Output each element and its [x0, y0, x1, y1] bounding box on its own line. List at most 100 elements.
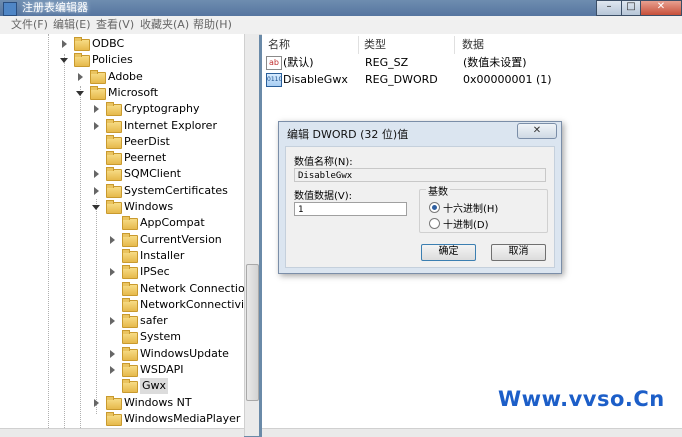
tree-item-label: Network Connections [140, 281, 258, 295]
tree-item-label: PeerDist [124, 134, 170, 148]
column-header-data[interactable]: 数据 [462, 36, 484, 54]
tree-item-label: Adobe [108, 69, 143, 83]
column-header-name[interactable]: 名称 [268, 36, 290, 54]
collapsed-arrow-icon[interactable] [110, 317, 115, 326]
menu-view[interactable]: 查看(V) [96, 16, 134, 34]
tree-item-label: Windows NT [124, 395, 192, 409]
tree-item-label: safer [140, 314, 168, 328]
tree-guide-line [80, 86, 81, 436]
string-value-icon: ab [266, 56, 282, 70]
maximize-button[interactable]: □ [621, 0, 641, 16]
folder-icon [122, 232, 138, 247]
collapsed-arrow-icon[interactable] [62, 40, 67, 48]
cancel-button[interactable]: 取消 [491, 244, 546, 261]
value-type: REG_DWORD [365, 73, 438, 86]
column-header-type[interactable]: 类型 [364, 36, 386, 54]
folder-icon [122, 297, 138, 312]
tree-item-label: System [140, 330, 182, 344]
tree-item-label: SQMClient [124, 167, 181, 181]
collapsed-arrow-icon[interactable] [94, 170, 99, 179]
tree-item-label: Microsoft [108, 85, 159, 99]
hex-radio[interactable] [429, 202, 440, 213]
tree-guide-line [48, 34, 49, 436]
value-type: REG_SZ [365, 56, 409, 69]
ok-button[interactable]: 确定 [421, 244, 476, 261]
tree-item-label: WindowsMediaPlayer [124, 411, 241, 425]
binary-value-icon: 0110 [266, 73, 282, 87]
list-item[interactable]: ab (默认) REG_SZ (数值未设置) [266, 54, 676, 71]
collapsed-arrow-icon[interactable] [110, 268, 115, 277]
tree-item-label: Internet Explorer [124, 118, 217, 132]
hex-radio-label[interactable]: 十六进制(H) [443, 200, 498, 215]
menu-help[interactable]: 帮助(H) [193, 16, 232, 34]
folder-icon [122, 216, 138, 231]
value-name-field: DisableGwx [294, 168, 546, 182]
registry-tree[interactable]: ODBC Policies Adobe Microsoft Cryptography In… [0, 34, 259, 436]
expanded-arrow-icon[interactable] [60, 58, 68, 64]
column-divider[interactable] [454, 36, 455, 54]
collapsed-arrow-icon[interactable] [110, 235, 115, 244]
tree-item-label: Installer [140, 248, 185, 262]
tree-item-label: SystemCertificates [124, 183, 228, 197]
menu-favorites[interactable]: 收藏夹(A) [140, 16, 189, 34]
tree-item-label: IPSec [140, 265, 170, 279]
value-data-label: 数值数据(V): [294, 191, 353, 202]
decimal-radio[interactable] [429, 218, 440, 229]
collapsed-arrow-icon[interactable] [94, 121, 99, 130]
decimal-radio-label[interactable]: 十进制(D) [443, 216, 489, 231]
window-title: 注册表编辑器 [22, 1, 88, 14]
value-data: 0x00000001 (1) [463, 73, 552, 86]
tree-scrollbar-thumb[interactable] [246, 264, 259, 401]
collapsed-arrow-icon[interactable] [110, 366, 115, 374]
menu-file[interactable]: 文件(F) [11, 16, 48, 34]
collapsed-arrow-icon[interactable] [94, 186, 99, 195]
folder-icon [106, 395, 122, 410]
value-data: (数值未设置) [463, 56, 527, 69]
tree-item-label: ODBC [92, 37, 125, 50]
value-name-label: 数值名称(N): [294, 157, 353, 168]
folder-icon [106, 134, 122, 149]
minimize-button[interactable]: – [596, 0, 622, 16]
menu-bar: 文件(F) 编辑(E) 查看(V) 收藏夹(A) 帮助(H) [0, 16, 682, 35]
close-button[interactable]: ✕ [640, 0, 682, 16]
folder-icon [122, 281, 138, 296]
list-item[interactable]: 0110 DisableGwx REG_DWORD 0x00000001 (1) [266, 71, 676, 88]
collapsed-arrow-icon[interactable] [94, 105, 99, 114]
folder-icon [106, 183, 122, 198]
folder-icon [122, 346, 138, 361]
folder-icon [122, 248, 138, 263]
folder-icon [106, 167, 122, 182]
tree-item-label: WindowsUpdate [140, 346, 229, 360]
folder-icon [106, 200, 122, 214]
folder-icon [90, 69, 106, 84]
collapsed-arrow-icon[interactable] [78, 72, 83, 81]
regedit-app-icon [3, 2, 17, 16]
folder-icon [122, 265, 138, 280]
collapsed-arrow-icon[interactable] [110, 349, 115, 358]
value-name: DisableGwx [283, 73, 348, 86]
folder-icon [106, 411, 122, 426]
value-data-input[interactable]: 1 [294, 202, 407, 216]
tree-item-label: CurrentVersion [140, 232, 222, 246]
folder-icon [122, 363, 138, 377]
folder-icon [106, 151, 122, 166]
expanded-arrow-icon[interactable] [76, 90, 84, 96]
title-bar: 注册表编辑器 – □ ✕ [0, 0, 682, 16]
tree-vertical-scrollbar[interactable] [244, 34, 259, 436]
folder-icon [122, 314, 138, 329]
folder-icon [122, 379, 138, 394]
folder-icon [90, 85, 106, 100]
dialog-close-button[interactable]: ✕ [517, 123, 557, 139]
expanded-arrow-icon[interactable] [92, 205, 100, 210]
dialog-title: 编辑 DWORD (32 位)值 [287, 128, 409, 141]
folder-icon [122, 330, 138, 345]
column-divider[interactable] [358, 36, 359, 54]
dialog-body: 数值名称(N): DisableGwx 数值数据(V): 1 基数 十六进制(H… [285, 146, 555, 268]
collapsed-arrow-icon[interactable] [94, 398, 99, 407]
folder-icon [74, 37, 90, 51]
folder-icon [106, 118, 122, 133]
tree-item-label: WSDAPI [140, 363, 184, 376]
menu-edit[interactable]: 编辑(E) [53, 16, 91, 34]
tree-item-label: Windows [124, 200, 174, 213]
tree-item-label: AppCompat [140, 216, 205, 230]
